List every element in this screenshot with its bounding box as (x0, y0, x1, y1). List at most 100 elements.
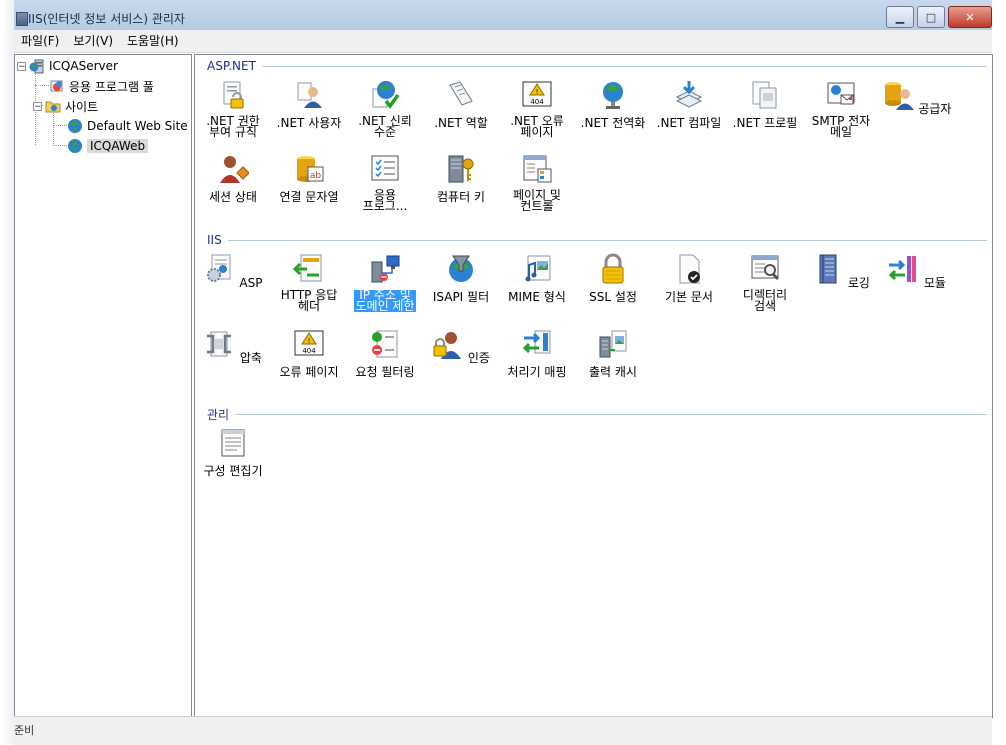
feature-providers[interactable]: 공급자 (879, 79, 955, 116)
directory-browsing-icon (751, 255, 780, 281)
menu-help[interactable]: 도움말(H) (120, 30, 186, 52)
collapse-icon[interactable]: − (17, 61, 26, 71)
feature-isapi-filters[interactable]: ISAPI 필터 (423, 253, 499, 304)
http-headers-icon (292, 254, 322, 282)
tree-node-icqaweb[interactable]: ICQAWeb (67, 137, 149, 155)
feature-label: .NET 전역화 (580, 116, 646, 130)
pages-controls-icon (523, 155, 552, 183)
feature-net-compilation[interactable]: .NET 컴파일 (651, 79, 727, 130)
feature-configuration-editor[interactable]: 구성 편집기 (195, 427, 271, 478)
feature-pages-and-controls[interactable]: 페이지 및 컨트롤 (499, 153, 575, 213)
mime-types-icon (525, 255, 551, 282)
group-rule (261, 65, 987, 67)
authorization-rules-icon (223, 81, 244, 109)
feature-net-trust-levels[interactable]: .NET 신뢰 수준 (347, 79, 423, 139)
tree-line (53, 145, 67, 146)
feature-label: .NET 프로필 (732, 116, 798, 130)
tree-line (53, 113, 54, 146)
group-header-management[interactable]: 관리 (207, 407, 987, 422)
minimize-button[interactable]: ▁ (886, 6, 914, 28)
feature-logging[interactable]: 로깅 (803, 253, 879, 290)
request-filtering-icon (372, 330, 398, 358)
ssl-lock-icon (602, 253, 624, 284)
application-settings-icon (371, 155, 399, 181)
output-caching-icon (599, 330, 627, 358)
feature-machine-key[interactable]: 컴퓨터 키 (423, 153, 499, 204)
feature-label: 세션 상태 (209, 190, 257, 204)
status-text: 준비 (14, 724, 35, 737)
tree-label-default-web-site: Default Web Site (87, 119, 188, 133)
feature-directory-browsing[interactable]: 디렉터리 검색 (727, 253, 803, 313)
feature-mime-types[interactable]: MIME 형식 (499, 253, 575, 304)
svg-text:404: 404 (302, 347, 316, 355)
title-bar[interactable]: IIS(인터넷 정보 서비스) 관리자 ▁ □ ✕ (14, 0, 992, 31)
feature-label: .NET 사용자 (276, 116, 342, 130)
feature-net-authorization-rules[interactable]: .NET 권한 부여 규칙 (195, 79, 271, 139)
feature-net-users[interactable]: .NET 사용자 (271, 79, 347, 130)
group-header-iis[interactable]: IIS (207, 233, 987, 247)
tree-node-sites[interactable]: − 사이트 (33, 97, 98, 115)
feature-label: IP 주소 및 도메인 제한 (354, 288, 416, 313)
feature-ssl-settings[interactable]: SSL 설정 (575, 253, 651, 304)
feature-connection-strings[interactable]: ab 연결 문자열 (271, 153, 347, 204)
connection-strings-icon: ab (297, 156, 324, 182)
compression-icon (207, 331, 232, 357)
feature-net-profile[interactable]: .NET 프로필 (727, 79, 803, 130)
feature-label: 출력 캐시 (589, 365, 637, 379)
tree-node-default-web-site[interactable]: Default Web Site (67, 117, 188, 135)
feature-authentication[interactable]: 인증 (423, 328, 499, 365)
maximize-button[interactable]: □ (917, 6, 945, 28)
tree-node-app-pools[interactable]: 응용 프로그램 풀 (49, 77, 154, 95)
feature-output-caching[interactable]: 출력 캐시 (575, 328, 651, 379)
feature-asp[interactable]: ASP (195, 253, 271, 290)
profile-icon (752, 81, 777, 109)
feature-label: 페이지 및 컨트롤 (513, 188, 561, 213)
menu-file[interactable]: 파일(F) (14, 30, 66, 52)
feature-handler-mappings[interactable]: 처리기 매핑 (499, 328, 575, 379)
feature-http-response-headers[interactable]: HTTP 응답 헤더 (271, 253, 347, 313)
feature-net-roles[interactable]: .NET 역할 (423, 79, 499, 130)
feature-label: 응용 프로그... (362, 188, 408, 213)
feature-ip-domain-restrictions[interactable]: IP 주소 및 도메인 제한 (347, 253, 423, 313)
feature-session-state[interactable]: 세션 상태 (195, 153, 271, 204)
window-title: IIS(인터넷 정보 서비스) 관리자 (28, 12, 185, 26)
logging-icon (819, 254, 837, 284)
app-icon (16, 12, 28, 26)
connections-tree[interactable]: − ICQAServer 응용 프로그램 풀 − 사이트 Default Web… (14, 54, 192, 718)
feature-compression[interactable]: 압축 (195, 328, 271, 365)
feature-net-globalization[interactable]: .NET 전역화 (575, 79, 651, 130)
group-header-aspnet[interactable]: ASP.NET (207, 59, 987, 73)
isapi-filter-icon (449, 255, 473, 282)
feature-smtp-email[interactable]: SMTP 전자 메일 (803, 79, 879, 139)
globalization-icon (603, 82, 623, 109)
tree-line (35, 85, 49, 86)
error-pages-icon: ! 404 (294, 330, 324, 356)
status-bar: 준비 (14, 716, 992, 745)
menu-view[interactable]: 보기(V) (66, 30, 120, 52)
tree-label-server: ICQAServer (49, 59, 118, 73)
ip-restrictions-icon (371, 255, 400, 283)
providers-icon (884, 82, 914, 110)
close-button[interactable]: ✕ (948, 6, 992, 28)
group-rule (235, 413, 987, 415)
feature-request-filtering[interactable]: 요청 필터링 (347, 328, 423, 379)
feature-label: .NET 오류 페이지 (510, 114, 564, 139)
feature-application-settings[interactable]: 응용 프로그... (347, 153, 423, 213)
tree-node-server[interactable]: − ICQAServer (17, 57, 118, 75)
default-document-icon (679, 254, 700, 284)
feature-label: .NET 컴파일 (656, 116, 722, 130)
feature-default-document[interactable]: 기본 문서 (651, 253, 727, 304)
feature-label: 요청 필터링 (355, 365, 415, 379)
roles-icon (449, 81, 473, 106)
collapse-icon[interactable]: − (33, 101, 42, 111)
feature-net-error-pages[interactable]: ! 404 .NET 오류 페이지 (499, 79, 575, 139)
feature-error-pages[interactable]: ! 404 오류 페이지 (271, 328, 347, 379)
feature-label: ISAPI 필터 (432, 290, 490, 304)
feature-label: MIME 형식 (508, 290, 566, 304)
app-pool-icon (50, 80, 63, 92)
users-icon (297, 82, 322, 108)
feature-modules[interactable]: 모듈 (879, 253, 955, 290)
error-pages-icon: ! 404 (522, 81, 552, 107)
feature-label: 디렉터리 검색 (742, 288, 788, 313)
handler-mappings-icon (522, 330, 551, 354)
